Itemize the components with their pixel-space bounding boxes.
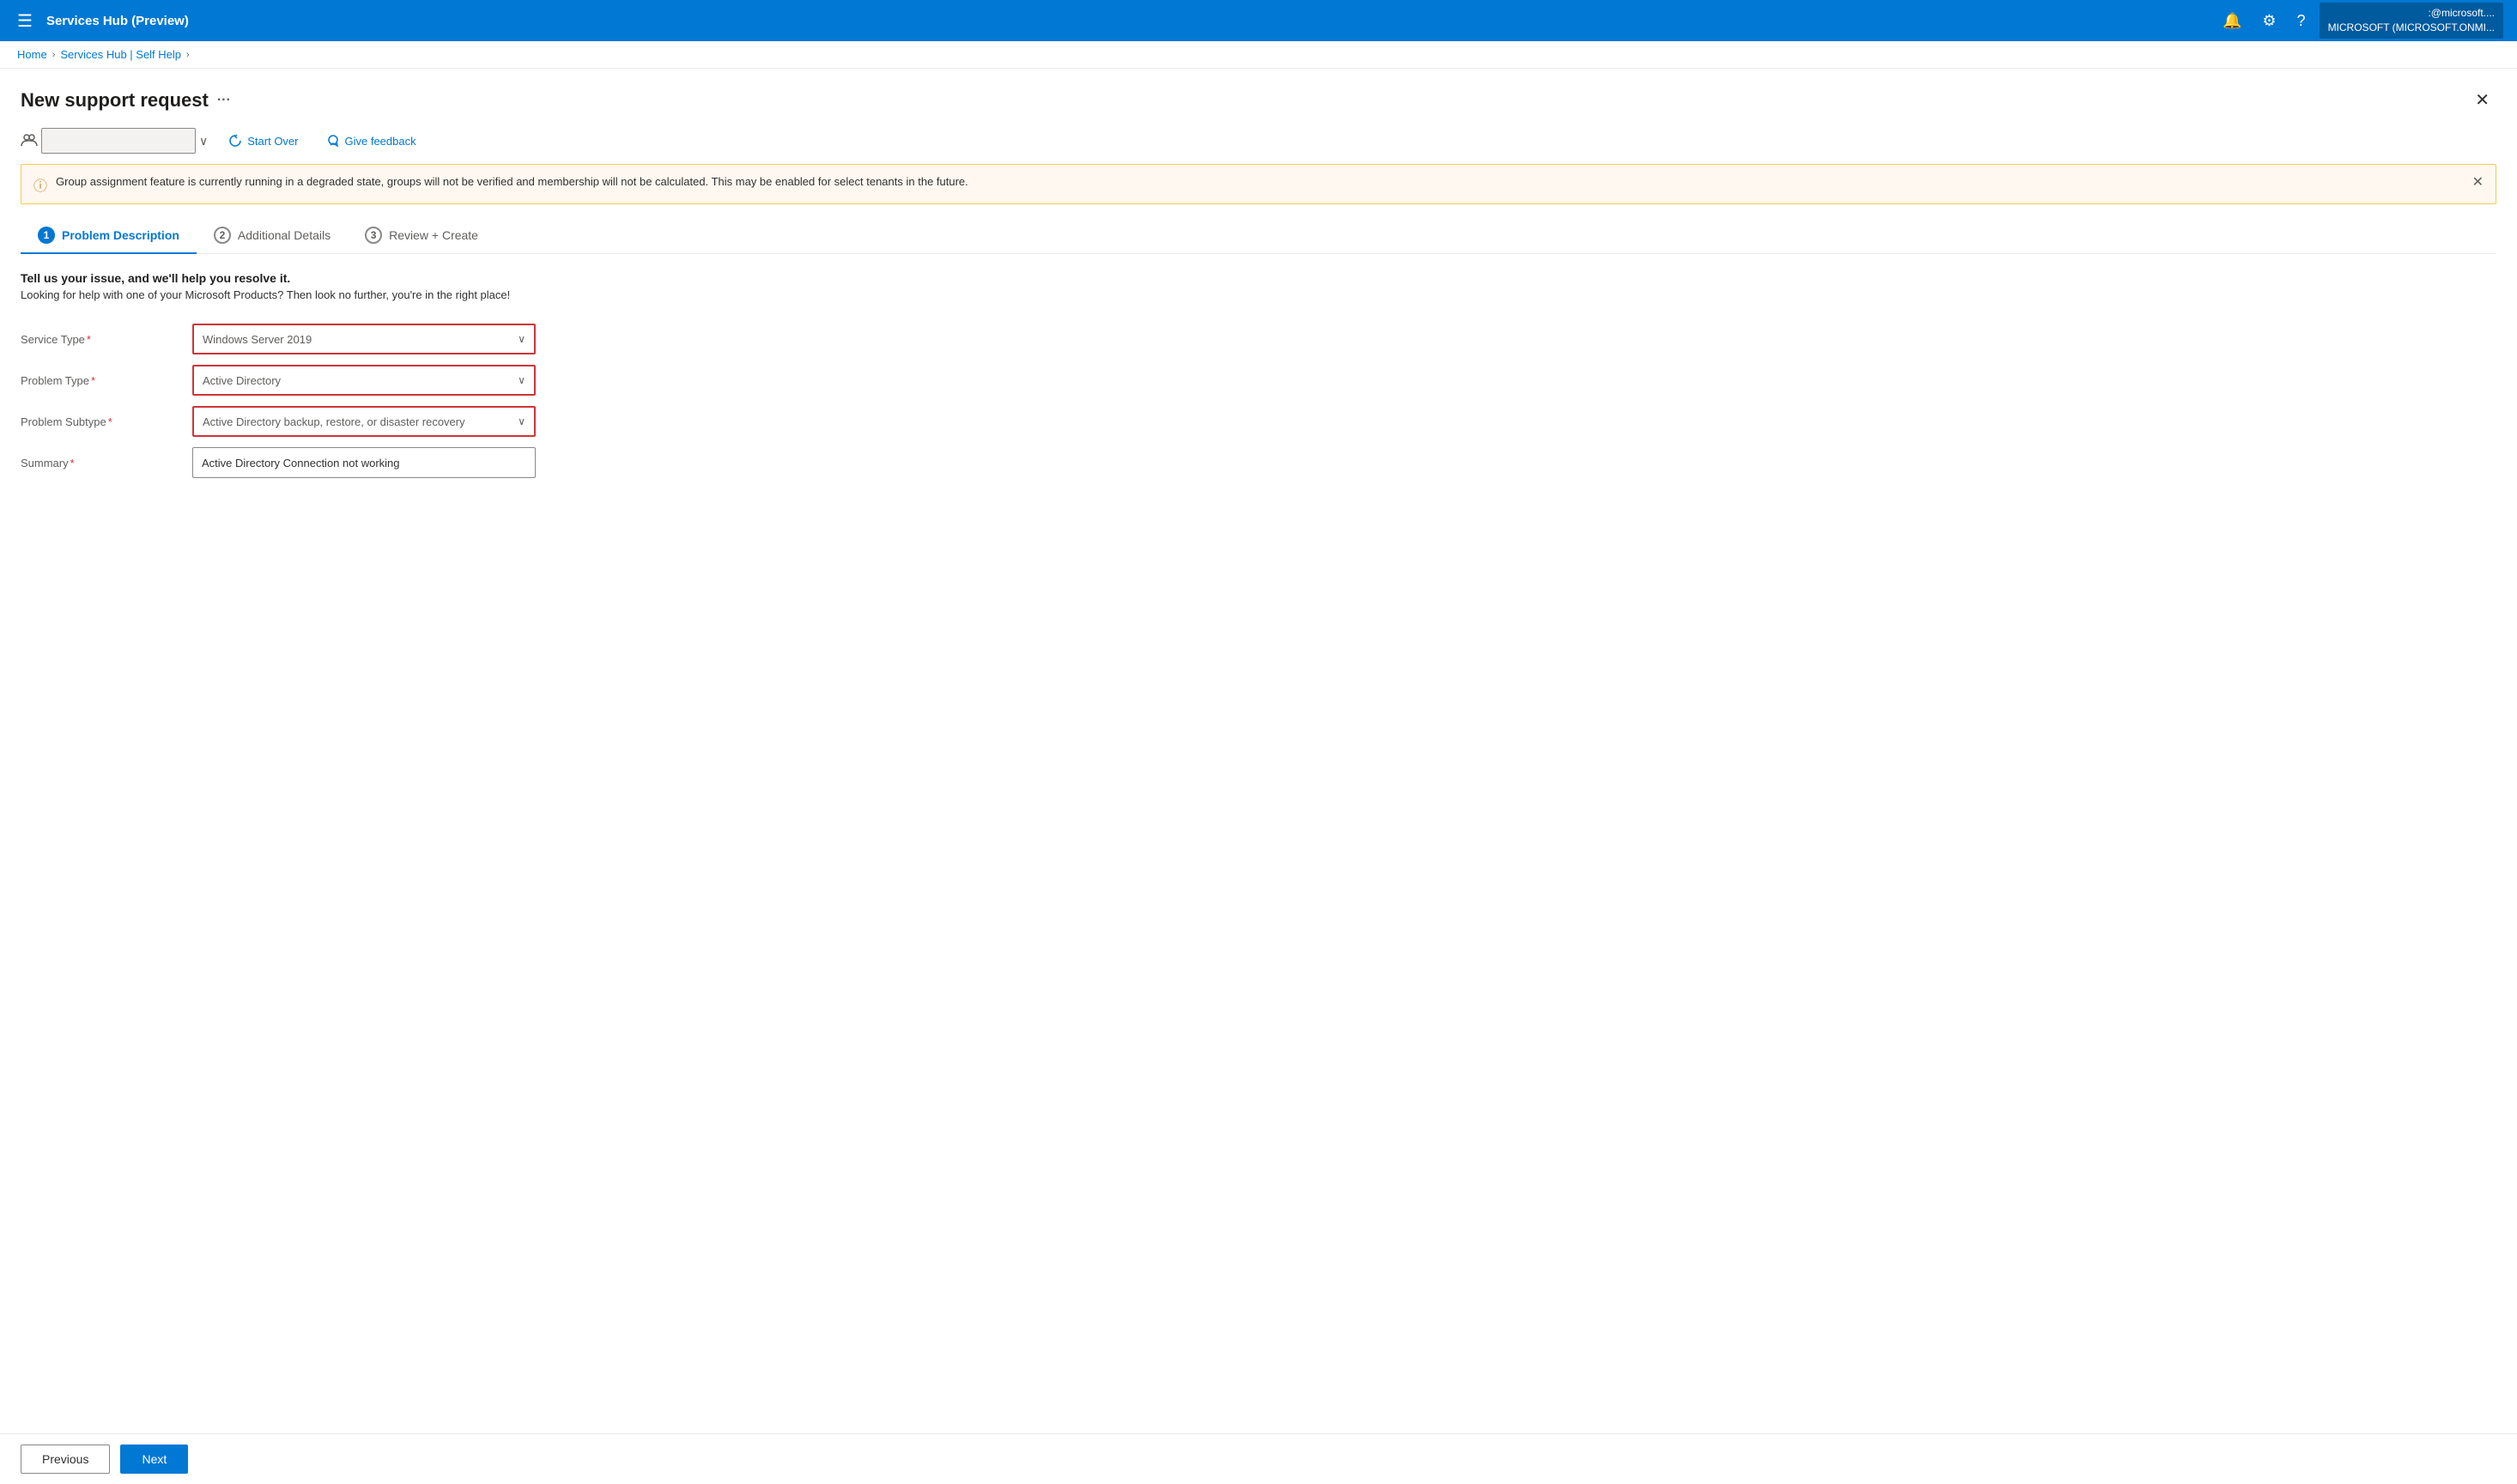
user-account[interactable]: :@microsoft.... MICROSOFT (MICROSOFT.ONM…: [2320, 3, 2503, 39]
tab-review-create[interactable]: 3 Review + Create: [348, 218, 495, 254]
start-over-button[interactable]: Start Over: [221, 130, 305, 151]
problem-subtype-dropdown[interactable]: Active Directory backup, restore, or dis…: [192, 406, 536, 437]
bottom-nav: Previous Next: [0, 1433, 2517, 1484]
next-button[interactable]: Next: [120, 1445, 188, 1474]
page-title-group: New support request ···: [21, 89, 231, 112]
service-type-field: Windows Server 2019 ∨: [192, 318, 622, 360]
tab-circle-1: 1: [38, 227, 55, 244]
group-chevron-icon[interactable]: ∨: [199, 134, 208, 148]
help-icon[interactable]: ?: [2290, 9, 2313, 33]
summary-required: *: [70, 457, 75, 469]
problem-type-value: Active Directory: [203, 374, 281, 387]
tab-label-additional-details: Additional Details: [238, 228, 331, 242]
breadcrumb-home[interactable]: Home: [17, 48, 47, 61]
topbar: ☰ Services Hub (Preview) 🔔 ⚙ ? :@microso…: [0, 0, 2517, 41]
close-button[interactable]: ✕: [2468, 86, 2496, 114]
breadcrumb-sep2: ›: [186, 50, 190, 60]
bell-icon[interactable]: 🔔: [2216, 9, 2248, 33]
form-intro-title: Tell us your issue, and we'll help you r…: [21, 271, 2496, 285]
page-title: New support request: [21, 89, 209, 112]
give-feedback-label: Give feedback: [345, 135, 416, 148]
problem-type-field: Active Directory ∨: [192, 360, 622, 401]
start-over-icon: [228, 134, 242, 148]
tab-label-review-create: Review + Create: [389, 228, 478, 242]
breadcrumb-sep1: ›: [52, 50, 56, 60]
service-type-required: *: [87, 333, 91, 346]
service-type-dropdown[interactable]: Windows Server 2019 ∨: [192, 324, 536, 354]
tab-problem-description[interactable]: 1 Problem Description: [21, 218, 197, 254]
problem-subtype-label: Problem Subtype *: [21, 401, 192, 442]
toolbar: ∨ Start Over Give feedback: [21, 128, 2496, 154]
tab-additional-details[interactable]: 2 Additional Details: [197, 218, 348, 254]
breadcrumb-selfhelp[interactable]: Services Hub | Self Help: [60, 48, 181, 61]
previous-button[interactable]: Previous: [21, 1445, 110, 1474]
page-title-row: New support request ··· ✕: [21, 86, 2496, 114]
problem-subtype-chevron-icon: ∨: [518, 415, 525, 427]
problem-type-dropdown[interactable]: Active Directory ∨: [192, 365, 536, 396]
tab-label-problem-description: Problem Description: [62, 228, 179, 242]
service-type-label: Service Type *: [21, 318, 192, 360]
topbar-title: Services Hub (Preview): [46, 14, 2205, 28]
alert-text: Group assignment feature is currently ru…: [56, 173, 2464, 191]
main-content: New support request ··· ✕ ∨ Start Over: [0, 69, 2517, 1484]
group-select-container: ∨: [21, 128, 208, 154]
group-icon: [21, 132, 38, 149]
group-select-input[interactable]: [41, 128, 196, 154]
tab-circle-2: 2: [214, 227, 231, 244]
service-type-value: Windows Server 2019: [203, 333, 312, 346]
tabs-container: 1 Problem Description 2 Additional Detai…: [21, 218, 2496, 254]
problem-type-required: *: [91, 374, 95, 387]
form-intro: Tell us your issue, and we'll help you r…: [21, 271, 2496, 301]
settings-icon[interactable]: ⚙: [2255, 9, 2283, 33]
user-line1: :@microsoft....: [2328, 6, 2495, 21]
feedback-icon: [326, 134, 340, 148]
breadcrumb: Home › Services Hub | Self Help ›: [0, 41, 2517, 69]
problem-subtype-field: Active Directory backup, restore, or dis…: [192, 401, 622, 442]
form-grid: Service Type * Windows Server 2019 ∨ Pro…: [21, 318, 622, 483]
summary-input[interactable]: [192, 447, 536, 478]
form-intro-sub: Looking for help with one of your Micros…: [21, 288, 2496, 301]
problem-subtype-value: Active Directory backup, restore, or dis…: [203, 415, 465, 428]
summary-field: [192, 442, 622, 483]
start-over-label: Start Over: [247, 135, 298, 148]
page-title-ellipsis[interactable]: ···: [217, 93, 231, 108]
alert-close-button[interactable]: ✕: [2472, 173, 2484, 191]
tab-circle-3: 3: [365, 227, 382, 244]
user-line2: MICROSOFT (MICROSOFT.ONMI...: [2328, 21, 2495, 35]
hamburger-icon[interactable]: ☰: [14, 7, 36, 35]
alert-icon: ⓘ: [33, 174, 47, 195]
problem-subtype-required: *: [108, 415, 112, 428]
topbar-icons: 🔔 ⚙ ? :@microsoft.... MICROSOFT (MICROSO…: [2216, 3, 2503, 39]
give-feedback-button[interactable]: Give feedback: [319, 130, 423, 151]
summary-label: Summary *: [21, 442, 192, 483]
problem-type-chevron-icon: ∨: [518, 374, 525, 386]
problem-type-label: Problem Type *: [21, 360, 192, 401]
alert-banner: ⓘ Group assignment feature is currently …: [21, 164, 2496, 204]
service-type-chevron-icon: ∨: [518, 333, 525, 345]
